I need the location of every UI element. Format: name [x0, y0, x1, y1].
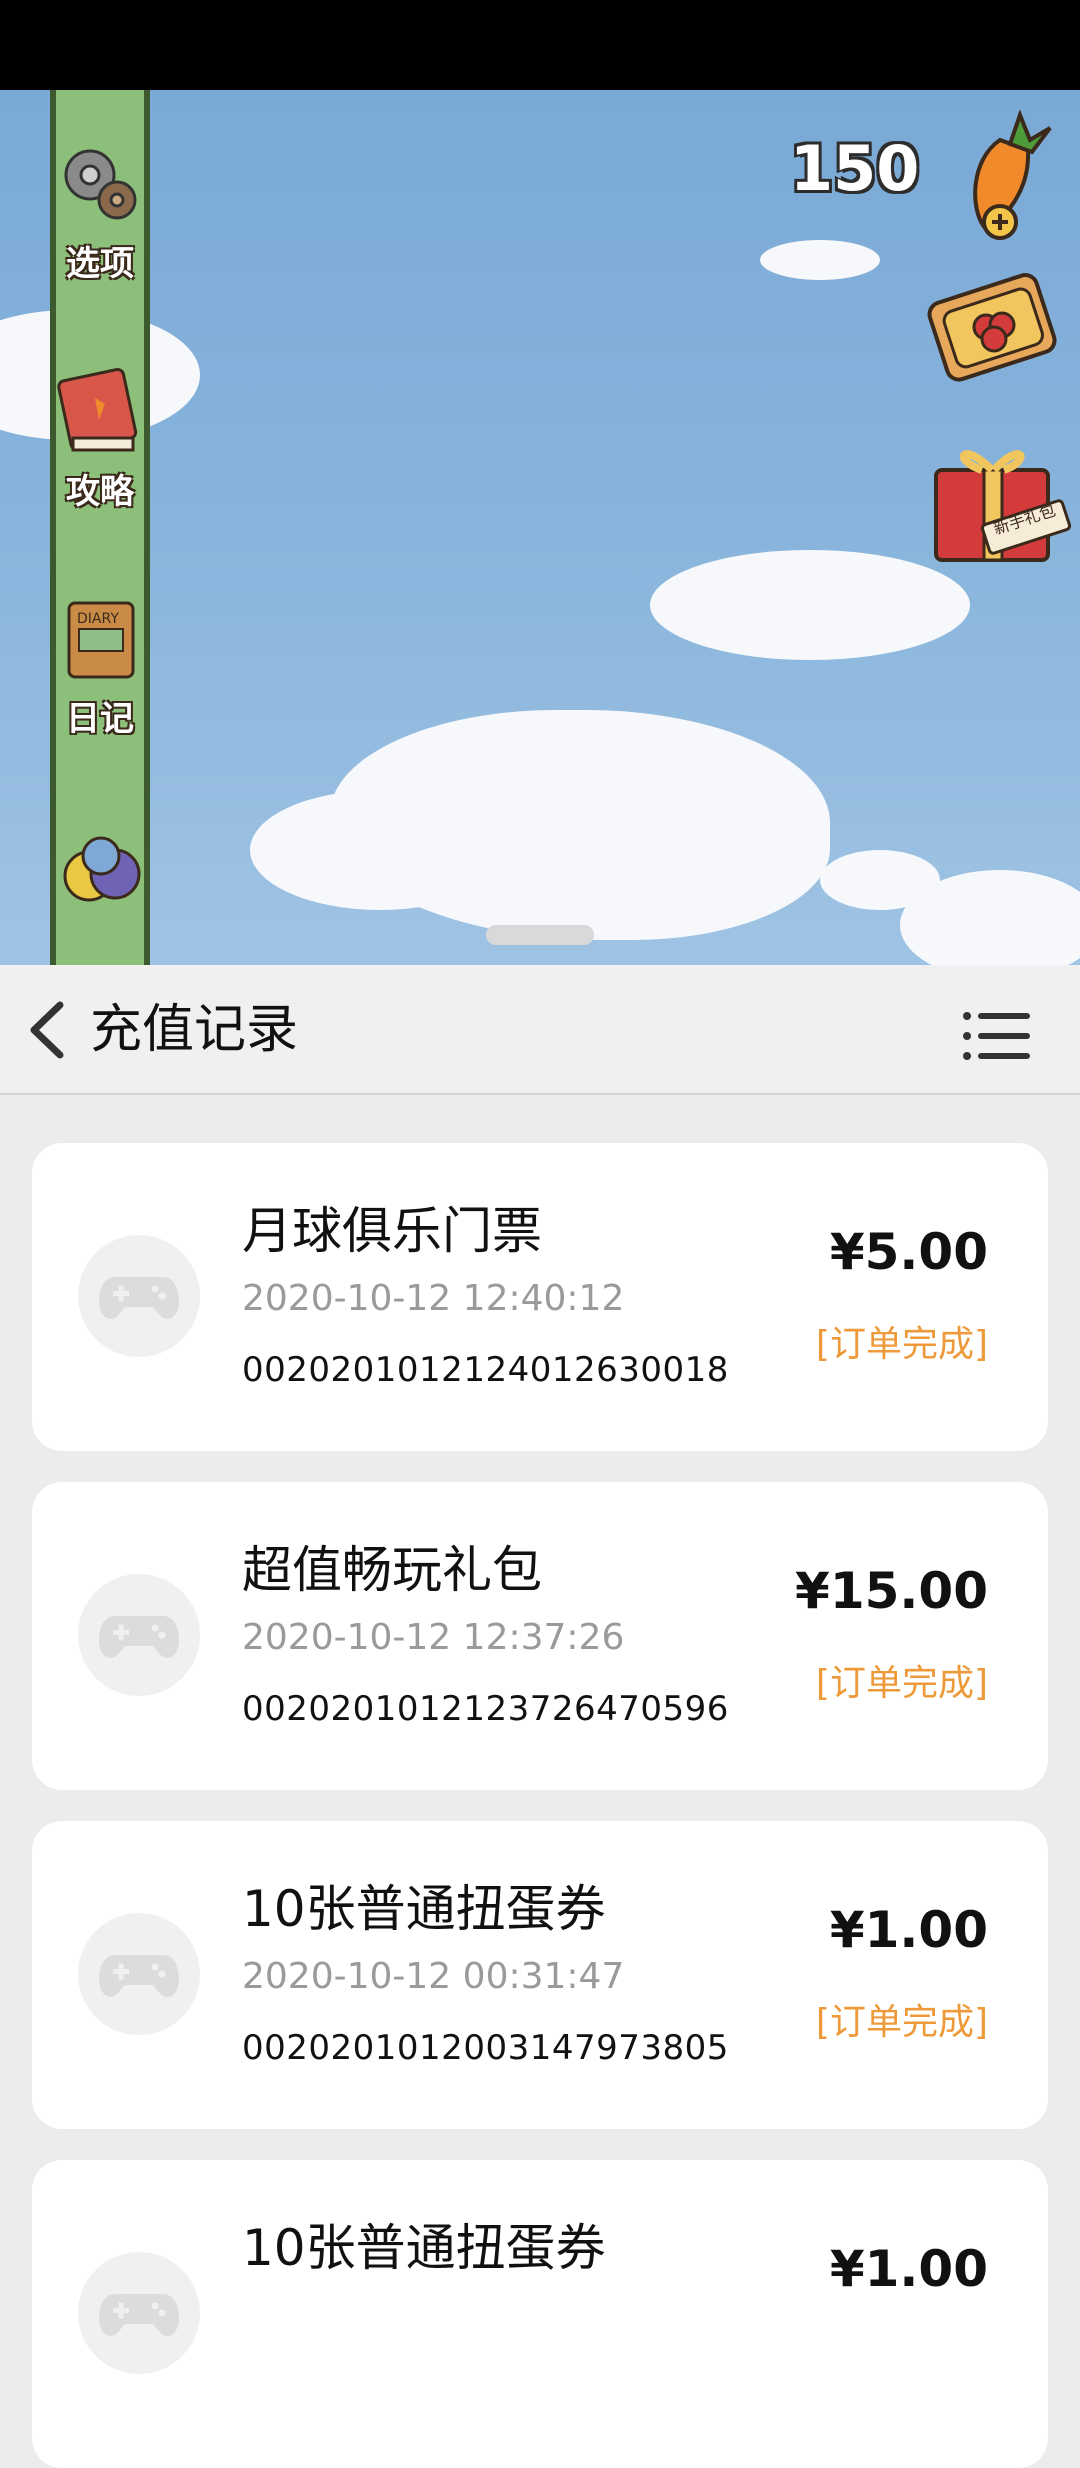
game-view[interactable]: 选项 攻略 DIARY 日记 150 新手礼包 [0, 90, 1080, 965]
avatar [78, 1235, 200, 1357]
record-card[interactable]: 月球俱乐门票 2020-10-12 12:40:12 0020201012124… [32, 1143, 1048, 1451]
record-card[interactable]: 超值畅玩礼包 2020-10-12 12:37:26 0020201012123… [32, 1482, 1048, 1790]
avatar [78, 1913, 200, 2035]
sidebar-item-diary[interactable]: DIARY 日记 [50, 595, 150, 740]
diary-book-text: DIARY [77, 611, 119, 627]
order-status: [订单完成] [815, 2002, 988, 2043]
status-bar [0, 0, 1080, 90]
starter-gift-pack[interactable]: 新手礼包 [922, 430, 1072, 570]
sidebar-item-options[interactable]: 选项 [50, 140, 150, 285]
guide-book-icon [57, 368, 138, 452]
avatar [78, 2252, 200, 2374]
item-name: 10张普通扭蛋券 [242, 2219, 606, 2277]
ticket-icon[interactable] [918, 265, 1068, 395]
list-menu-icon[interactable] [962, 1010, 1032, 1062]
page-title: 充值记录 [90, 1000, 299, 1060]
sidebar-item-guide[interactable]: 攻略 [50, 368, 150, 513]
diary-icon: DIARY [67, 601, 135, 679]
record-card[interactable]: 10张普通扭蛋券 ¥1.00 [32, 2160, 1048, 2468]
avatar [78, 1574, 200, 1696]
sidebar-item-capsules[interactable] [50, 830, 150, 924]
gamepad-icon [99, 2294, 179, 2336]
carrot-add-icon[interactable] [950, 110, 1060, 240]
item-price: ¥1.00 [829, 1901, 988, 1959]
sidebar-label-diary: 日记 [66, 699, 134, 739]
carrot-coin-count: 150 [790, 132, 920, 205]
order-number: 0020201012123726470596 [242, 1689, 729, 1729]
game-sidebar: 选项 攻略 DIARY 日记 [50, 90, 150, 965]
item-price: ¥5.00 [829, 1223, 988, 1281]
item-time: 2020-10-12 00:31:47 [242, 1956, 625, 1997]
order-number: 002020101212401263001​8 [242, 1350, 729, 1390]
cloud [760, 240, 880, 280]
item-time: 2020-10-12 12:37:26 [242, 1617, 625, 1658]
item-price: ¥1.00 [829, 2240, 988, 2298]
item-name: 超值畅玩礼包 [242, 1541, 542, 1599]
item-name: 月球俱乐门票 [242, 1202, 542, 1260]
item-time: 2020-10-12 12:40:12 [242, 1278, 625, 1319]
page-header: 充值记录 [0, 965, 1080, 1095]
sidebar-label-guide: 攻略 [66, 472, 134, 512]
item-name: 10张普通扭蛋券 [242, 1880, 606, 1938]
order-status: [订单完成] [815, 1324, 988, 1365]
gamepad-icon [99, 1277, 179, 1319]
order-number: 0020201012003147973805 [242, 2028, 729, 2068]
sidebar-label-options: 选项 [66, 244, 134, 284]
chevron-left-icon[interactable] [20, 995, 80, 1065]
capsule-balls-icon [63, 836, 141, 902]
drag-handle[interactable] [486, 925, 594, 945]
gamepad-icon [99, 1955, 179, 1997]
gamepad-icon [99, 1616, 179, 1658]
order-status: [订单完成] [815, 1663, 988, 1704]
record-card[interactable]: 10张普通扭蛋券 2020-10-12 00:31:47 00202010120… [32, 1821, 1048, 2129]
gears-icon [64, 149, 137, 220]
item-price: ¥15.00 [795, 1562, 988, 1620]
